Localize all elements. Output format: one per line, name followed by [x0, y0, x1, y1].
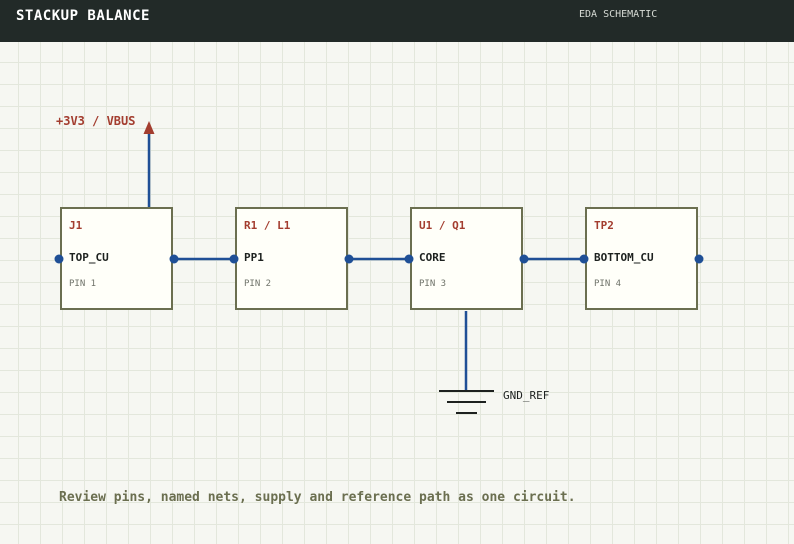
review-caption: Review pins, named nets, supply and refe…: [59, 490, 576, 505]
pin-dot-j1-right[interactable]: [169, 254, 179, 264]
ground-net-label: GND_REF: [503, 389, 550, 402]
pin-dot-r1-right[interactable]: [344, 254, 354, 264]
pin-dot-u1-right[interactable]: [519, 254, 529, 264]
pin-dot-j1-left[interactable]: [54, 254, 64, 264]
pin-dot-r1-left[interactable]: [229, 254, 239, 264]
pin-markers: [54, 254, 704, 264]
pin-dot-u1-left[interactable]: [404, 254, 414, 264]
pin-dot-tp2-right[interactable]: [694, 254, 704, 264]
pin-dot-tp2-left[interactable]: [579, 254, 589, 264]
